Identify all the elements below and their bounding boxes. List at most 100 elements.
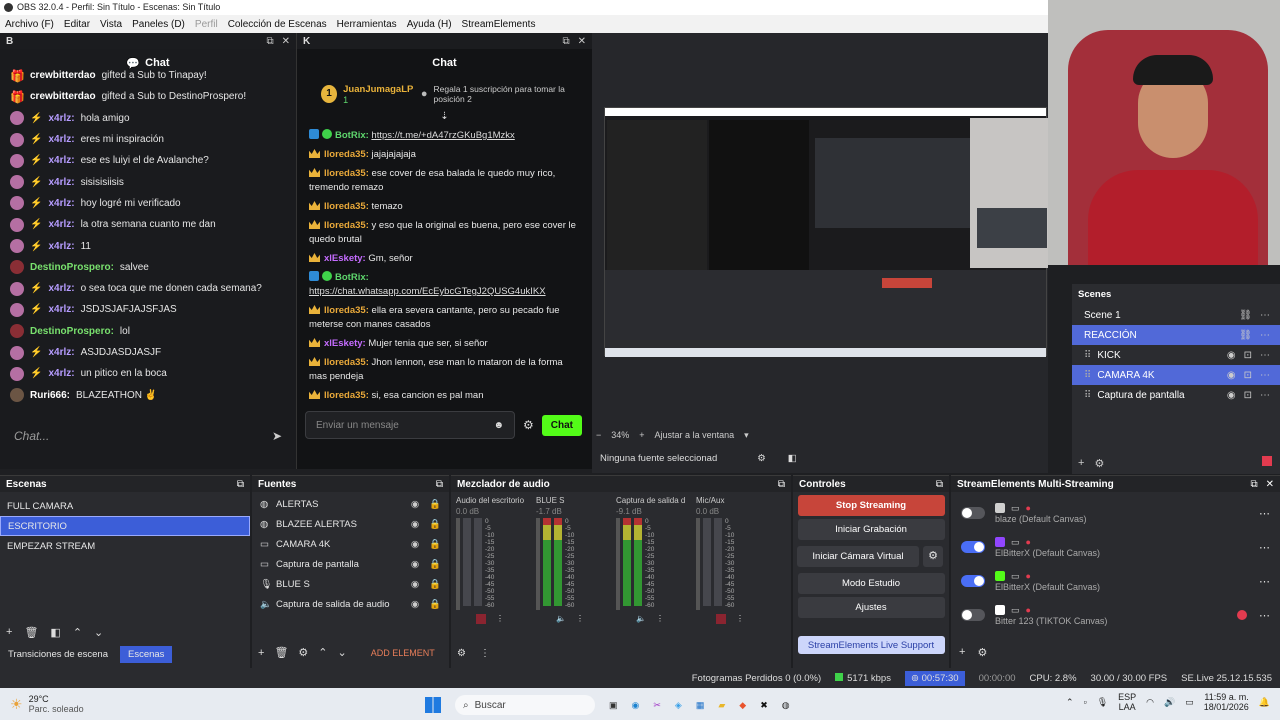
chat-username[interactable]: BotRix: bbox=[335, 272, 369, 283]
menu-paneles[interactable]: Paneles (D) bbox=[132, 19, 185, 30]
more-icon[interactable]: ⋯ bbox=[1259, 541, 1270, 554]
windows-start-icon[interactable] bbox=[425, 697, 441, 713]
tray-app-icon[interactable]: ▫ bbox=[1083, 697, 1086, 707]
menu-coleccion[interactable]: Colección de Escenas bbox=[228, 19, 327, 30]
add-icon[interactable]: + bbox=[959, 646, 965, 659]
speaker-icon[interactable]: 🔈 bbox=[556, 614, 566, 623]
menu-streamelements[interactable]: StreamElements bbox=[462, 19, 536, 30]
more-icon[interactable]: ⋯ bbox=[1260, 370, 1270, 381]
volume-fader[interactable] bbox=[696, 518, 700, 610]
notifications-icon[interactable]: 🔔 bbox=[1259, 697, 1270, 708]
scene-item[interactable]: ESCRITORIO bbox=[0, 516, 250, 536]
stream-toggle[interactable] bbox=[961, 609, 985, 621]
drag-handle-icon[interactable]: ⠿ bbox=[1084, 350, 1091, 361]
scene-item[interactable]: REACCIÓN ⛓ ⋯ bbox=[1072, 325, 1280, 345]
volume-fader[interactable] bbox=[616, 518, 620, 610]
float-icon[interactable]: ⧉ bbox=[436, 479, 443, 490]
chat-username[interactable]: x4rlz: bbox=[48, 219, 74, 230]
more-icon[interactable]: ⋮ bbox=[736, 614, 744, 624]
emoji-icon[interactable]: ☻ bbox=[493, 420, 504, 431]
source-item[interactable]: 🎙 BLUE S ◉ 🔒 bbox=[252, 574, 449, 594]
add-icon[interactable]: + bbox=[258, 647, 264, 659]
source-item[interactable]: ◍ ALERTAS ◉ 🔒 bbox=[252, 494, 449, 514]
more-icon[interactable]: ⋯ bbox=[1259, 575, 1270, 588]
visibility-eye-icon[interactable]: ◉ bbox=[1227, 350, 1236, 361]
visibility-eye-icon[interactable]: ◉ bbox=[411, 559, 419, 570]
volume-fader[interactable] bbox=[536, 518, 540, 610]
more-icon[interactable]: ⋯ bbox=[1260, 350, 1270, 361]
float-icon[interactable]: ⧉ bbox=[936, 479, 943, 490]
lock-icon[interactable]: ⊡ bbox=[1244, 390, 1252, 401]
more-icon[interactable]: ⋯ bbox=[1259, 609, 1270, 622]
tab-transiciones[interactable]: Transiciones de escena bbox=[0, 646, 116, 663]
add-icon[interactable]: + bbox=[6, 626, 12, 639]
battery-icon[interactable]: ▭ bbox=[1185, 697, 1194, 708]
start-recording-button[interactable]: Iniciar Grabación bbox=[797, 519, 945, 540]
stream-toggle[interactable] bbox=[961, 575, 985, 587]
more-icon[interactable]: ⋯ bbox=[1259, 507, 1270, 520]
menu-perfil[interactable]: Perfil bbox=[195, 19, 218, 30]
chat-username[interactable]: DestinoProspero: bbox=[30, 262, 114, 273]
chat-username[interactable]: xlEskety: bbox=[324, 338, 366, 349]
wifi-icon[interactable]: ◠ bbox=[1146, 697, 1154, 708]
chat-link[interactable]: https://t.me/+dA47rzGKuBg1Mzkx bbox=[371, 130, 514, 141]
studio-mode-button[interactable]: Modo Estudio bbox=[797, 573, 945, 594]
chat-username[interactable]: x4rlz: bbox=[48, 198, 74, 209]
more-icon[interactable]: ⋯ bbox=[1260, 390, 1270, 401]
scene-item[interactable]: FULL CAMARA bbox=[0, 496, 250, 516]
chat-username[interactable]: x4rlz: bbox=[48, 283, 74, 294]
more-icon[interactable]: ⋯ bbox=[1260, 310, 1270, 321]
zoom-out-icon[interactable]: − bbox=[596, 430, 601, 440]
volume-icon[interactable]: 🔊 bbox=[1164, 697, 1175, 708]
task-view-icon[interactable]: ▣ bbox=[609, 700, 618, 711]
chat-username[interactable]: x4rlz: bbox=[48, 304, 74, 315]
stop-streaming-button[interactable]: Stop Streaming bbox=[797, 495, 945, 516]
scroll-down-icon[interactable]: ⇣ bbox=[297, 111, 592, 125]
chat-username[interactable]: crewbitterdao bbox=[30, 91, 96, 102]
lock-icon[interactable]: 🔒 bbox=[429, 559, 441, 570]
visibility-eye-icon[interactable]: ◉ bbox=[411, 539, 419, 550]
chat-username[interactable]: lloreda35: bbox=[324, 305, 369, 316]
more-icon[interactable]: ⋮ bbox=[656, 614, 664, 623]
capcut-icon[interactable]: ✖ bbox=[760, 700, 768, 711]
float-icon[interactable]: ⧉ bbox=[237, 479, 244, 490]
chat-username[interactable]: lloreda35: bbox=[324, 220, 369, 231]
float-icon[interactable]: ⧉ bbox=[1250, 479, 1257, 490]
chat-username[interactable]: lloreda35: bbox=[324, 168, 369, 179]
add-icon[interactable]: + bbox=[1078, 457, 1084, 470]
link-icon[interactable]: ⛓ bbox=[1239, 310, 1252, 321]
chat-username[interactable]: x4rlz: bbox=[48, 134, 74, 145]
trash-icon[interactable]: 🗑 bbox=[24, 626, 38, 639]
scene-item[interactable]: EMPEZAR STREAM bbox=[0, 536, 250, 556]
link-icon[interactable]: ⛓ bbox=[1239, 330, 1252, 341]
mic-icon[interactable]: 🎙 bbox=[1097, 697, 1108, 708]
float-icon[interactable]: ⧉ bbox=[778, 479, 785, 490]
lock-icon[interactable]: 🔒 bbox=[429, 519, 441, 530]
visibility-eye-icon[interactable]: ◉ bbox=[1227, 370, 1236, 381]
more-icon[interactable]: ⋮ bbox=[576, 614, 584, 623]
move-up-icon[interactable]: ⌃ bbox=[73, 626, 82, 639]
menu-herramientas[interactable]: Herramientas bbox=[337, 19, 397, 30]
stream-toggle[interactable] bbox=[961, 541, 985, 553]
settings-gear-icon[interactable]: ⚙ bbox=[523, 418, 534, 432]
gear-icon[interactable]: ⚙ bbox=[977, 646, 987, 659]
send-chat-button[interactable]: Chat bbox=[541, 414, 582, 436]
scene-item[interactable]: ⠿ CAMARA 4K ◉ ⊡ ⋯ bbox=[1072, 365, 1280, 385]
brave-icon[interactable]: ◆ bbox=[739, 700, 746, 711]
store-icon[interactable]: ▦ bbox=[696, 700, 705, 711]
menu-editar[interactable]: Editar bbox=[64, 19, 90, 30]
scene-item[interactable]: ⠿ Captura de pantalla ◉ ⊡ ⋯ bbox=[1072, 385, 1280, 405]
chat-username[interactable]: x4rlz: bbox=[48, 241, 74, 252]
trash-icon[interactable]: 🗑 bbox=[274, 646, 288, 659]
stream-toggle[interactable] bbox=[961, 507, 985, 519]
move-down-icon[interactable]: ⌄ bbox=[338, 646, 347, 659]
mute-icon[interactable] bbox=[476, 614, 486, 624]
lock-icon[interactable]: 🔒 bbox=[429, 599, 441, 610]
close-icon[interactable]: ✕ bbox=[1266, 479, 1274, 490]
chat-username[interactable]: x4rlz: bbox=[48, 347, 74, 358]
chevron-down-icon[interactable]: ▾ bbox=[744, 430, 749, 441]
taskbar-search[interactable]: ⌕ Buscar bbox=[455, 695, 595, 715]
obs-taskbar-icon[interactable]: ◍ bbox=[782, 700, 790, 711]
chat-input[interactable]: Chat... ➤ bbox=[0, 421, 296, 451]
mixer-settings-icon[interactable]: ⚙ bbox=[457, 648, 466, 659]
